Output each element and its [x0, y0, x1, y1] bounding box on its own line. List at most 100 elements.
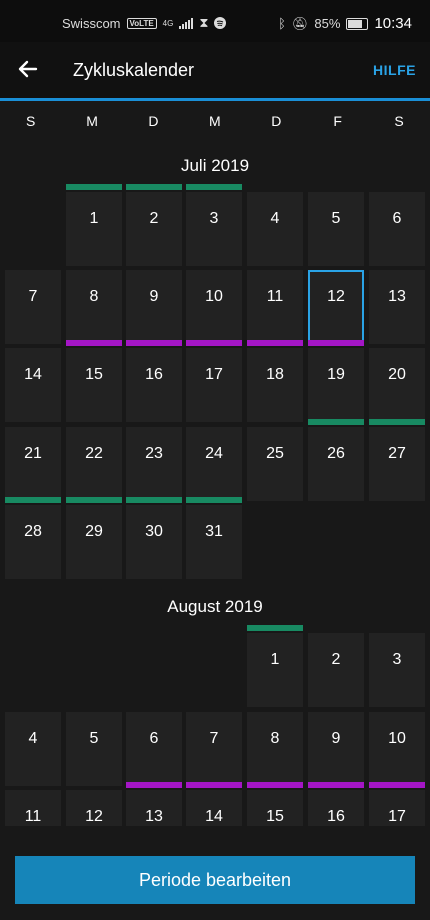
- day-number: 8: [270, 730, 280, 747]
- edit-period-button[interactable]: Periode bearbeiten: [15, 856, 415, 904]
- day-number: 20: [388, 366, 406, 383]
- calendar-day[interactable]: 10: [369, 712, 425, 786]
- calendar-day[interactable]: 4: [5, 712, 61, 786]
- weekday-header: S M D M D F S: [0, 101, 430, 141]
- day-number: 7: [28, 288, 38, 305]
- calendar-day[interactable]: 7: [5, 270, 61, 344]
- calendar-day[interactable]: 8: [66, 270, 122, 344]
- calendar-day[interactable]: 14: [186, 782, 242, 826]
- calendar-day[interactable]: 14: [5, 348, 61, 422]
- day-number: 12: [85, 808, 103, 825]
- day-number: 16: [145, 366, 163, 383]
- calendar-day[interactable]: 18: [247, 340, 303, 422]
- calendar-day[interactable]: 2: [126, 184, 182, 266]
- day-number: 10: [388, 730, 406, 747]
- calendar-day[interactable]: 20: [369, 348, 425, 422]
- calendar-day[interactable]: 29: [66, 497, 122, 579]
- calendar-day[interactable]: 3: [186, 184, 242, 266]
- calendar-day[interactable]: 15: [66, 340, 122, 422]
- day-number: 1: [89, 210, 99, 227]
- calendar-day[interactable]: 15: [247, 782, 303, 826]
- day-number: 14: [205, 808, 223, 825]
- weekday-label: M: [209, 113, 221, 129]
- calendar-day[interactable]: 4: [247, 192, 303, 266]
- day-number: 5: [89, 730, 99, 747]
- calendar-day[interactable]: 5: [66, 712, 122, 786]
- calendar-day[interactable]: 9: [308, 712, 364, 786]
- day-number: 15: [266, 808, 284, 825]
- calendar-day[interactable]: 24: [186, 427, 242, 501]
- calendar-day[interactable]: 23: [126, 427, 182, 501]
- back-arrow-icon[interactable]: [16, 57, 40, 81]
- calendar-day[interactable]: 1: [66, 184, 122, 266]
- calendar-day[interactable]: 13: [126, 782, 182, 826]
- day-number: 9: [149, 288, 159, 305]
- calendar-day[interactable]: 10: [186, 270, 242, 344]
- page-title: Zykluskalender: [73, 60, 195, 80]
- calendar-day[interactable]: 17: [186, 340, 242, 422]
- day-number: 19: [327, 366, 345, 383]
- day-number: 22: [85, 445, 103, 462]
- calendar-day[interactable]: 26: [308, 419, 364, 501]
- app-bar: Zykluskalender HILFE: [0, 42, 430, 101]
- day-number: 11: [24, 808, 42, 825]
- day-number: 6: [392, 210, 402, 227]
- period-marker: [308, 340, 364, 346]
- day-number: 8: [89, 288, 99, 305]
- calendar-day[interactable]: 16: [126, 340, 182, 422]
- calendar-day[interactable]: 22: [66, 427, 122, 501]
- calendar-day[interactable]: 9: [126, 270, 182, 344]
- calendar-day[interactable]: 30: [126, 497, 182, 579]
- calendar-day[interactable]: 8: [247, 712, 303, 786]
- period-marker: [66, 340, 122, 346]
- clock: 10:34: [374, 15, 412, 32]
- calendar-day[interactable]: 6: [126, 712, 182, 786]
- day-number: 10: [205, 288, 223, 305]
- calendar-day[interactable]: 21: [5, 427, 61, 501]
- fertile-marker: [5, 497, 61, 503]
- calendar-day[interactable]: 11: [247, 270, 303, 344]
- day-number: 24: [205, 445, 223, 462]
- fertile-marker: [126, 184, 182, 190]
- calendar-day[interactable]: 17: [369, 782, 425, 826]
- calendar-day[interactable]: 5: [308, 192, 364, 266]
- day-number: 21: [24, 445, 42, 462]
- day-number: 3: [392, 651, 402, 668]
- day-number: 9: [331, 730, 341, 747]
- calendar-day[interactable]: 31: [186, 497, 242, 579]
- calendar-day[interactable]: 7: [186, 712, 242, 786]
- calendar-day[interactable]: 19: [308, 340, 364, 422]
- day-number: 16: [327, 808, 345, 825]
- day-number: 4: [28, 730, 38, 747]
- day-number: 31: [205, 523, 223, 540]
- fertile-marker: [369, 419, 425, 425]
- day-number: 1: [270, 651, 280, 668]
- calendar-day[interactable]: 13: [369, 270, 425, 344]
- day-number: 17: [205, 366, 223, 383]
- period-marker: [186, 782, 242, 788]
- bluetooth-icon: ᛒ: [278, 16, 286, 31]
- calendar-day[interactable]: 12: [66, 790, 122, 826]
- day-number: 30: [145, 523, 163, 540]
- calendar-day[interactable]: 27: [369, 419, 425, 501]
- calendar-day[interactable]: 16: [308, 782, 364, 826]
- carrier-name: Swisscom: [62, 15, 121, 31]
- calendar-day[interactable]: 28: [5, 497, 61, 579]
- day-number: 12: [327, 288, 345, 305]
- period-marker: [126, 782, 182, 788]
- calendar-day[interactable]: 25: [247, 427, 303, 501]
- day-number: 6: [149, 730, 159, 747]
- day-number: 13: [388, 288, 406, 305]
- calendar-day[interactable]: 11: [5, 790, 61, 826]
- day-number: 11: [266, 288, 284, 305]
- fertile-marker: [66, 184, 122, 190]
- calendar-day[interactable]: 3: [369, 633, 425, 707]
- day-number: 17: [388, 808, 406, 825]
- day-number: 13: [145, 808, 163, 825]
- help-button[interactable]: HILFE: [373, 62, 416, 78]
- calendar-day[interactable]: 1: [247, 625, 303, 707]
- calendar-day[interactable]: 6: [369, 192, 425, 266]
- calendar-day-today[interactable]: 12: [308, 270, 364, 344]
- day-number: 2: [149, 210, 159, 227]
- calendar-day[interactable]: 2: [308, 633, 364, 707]
